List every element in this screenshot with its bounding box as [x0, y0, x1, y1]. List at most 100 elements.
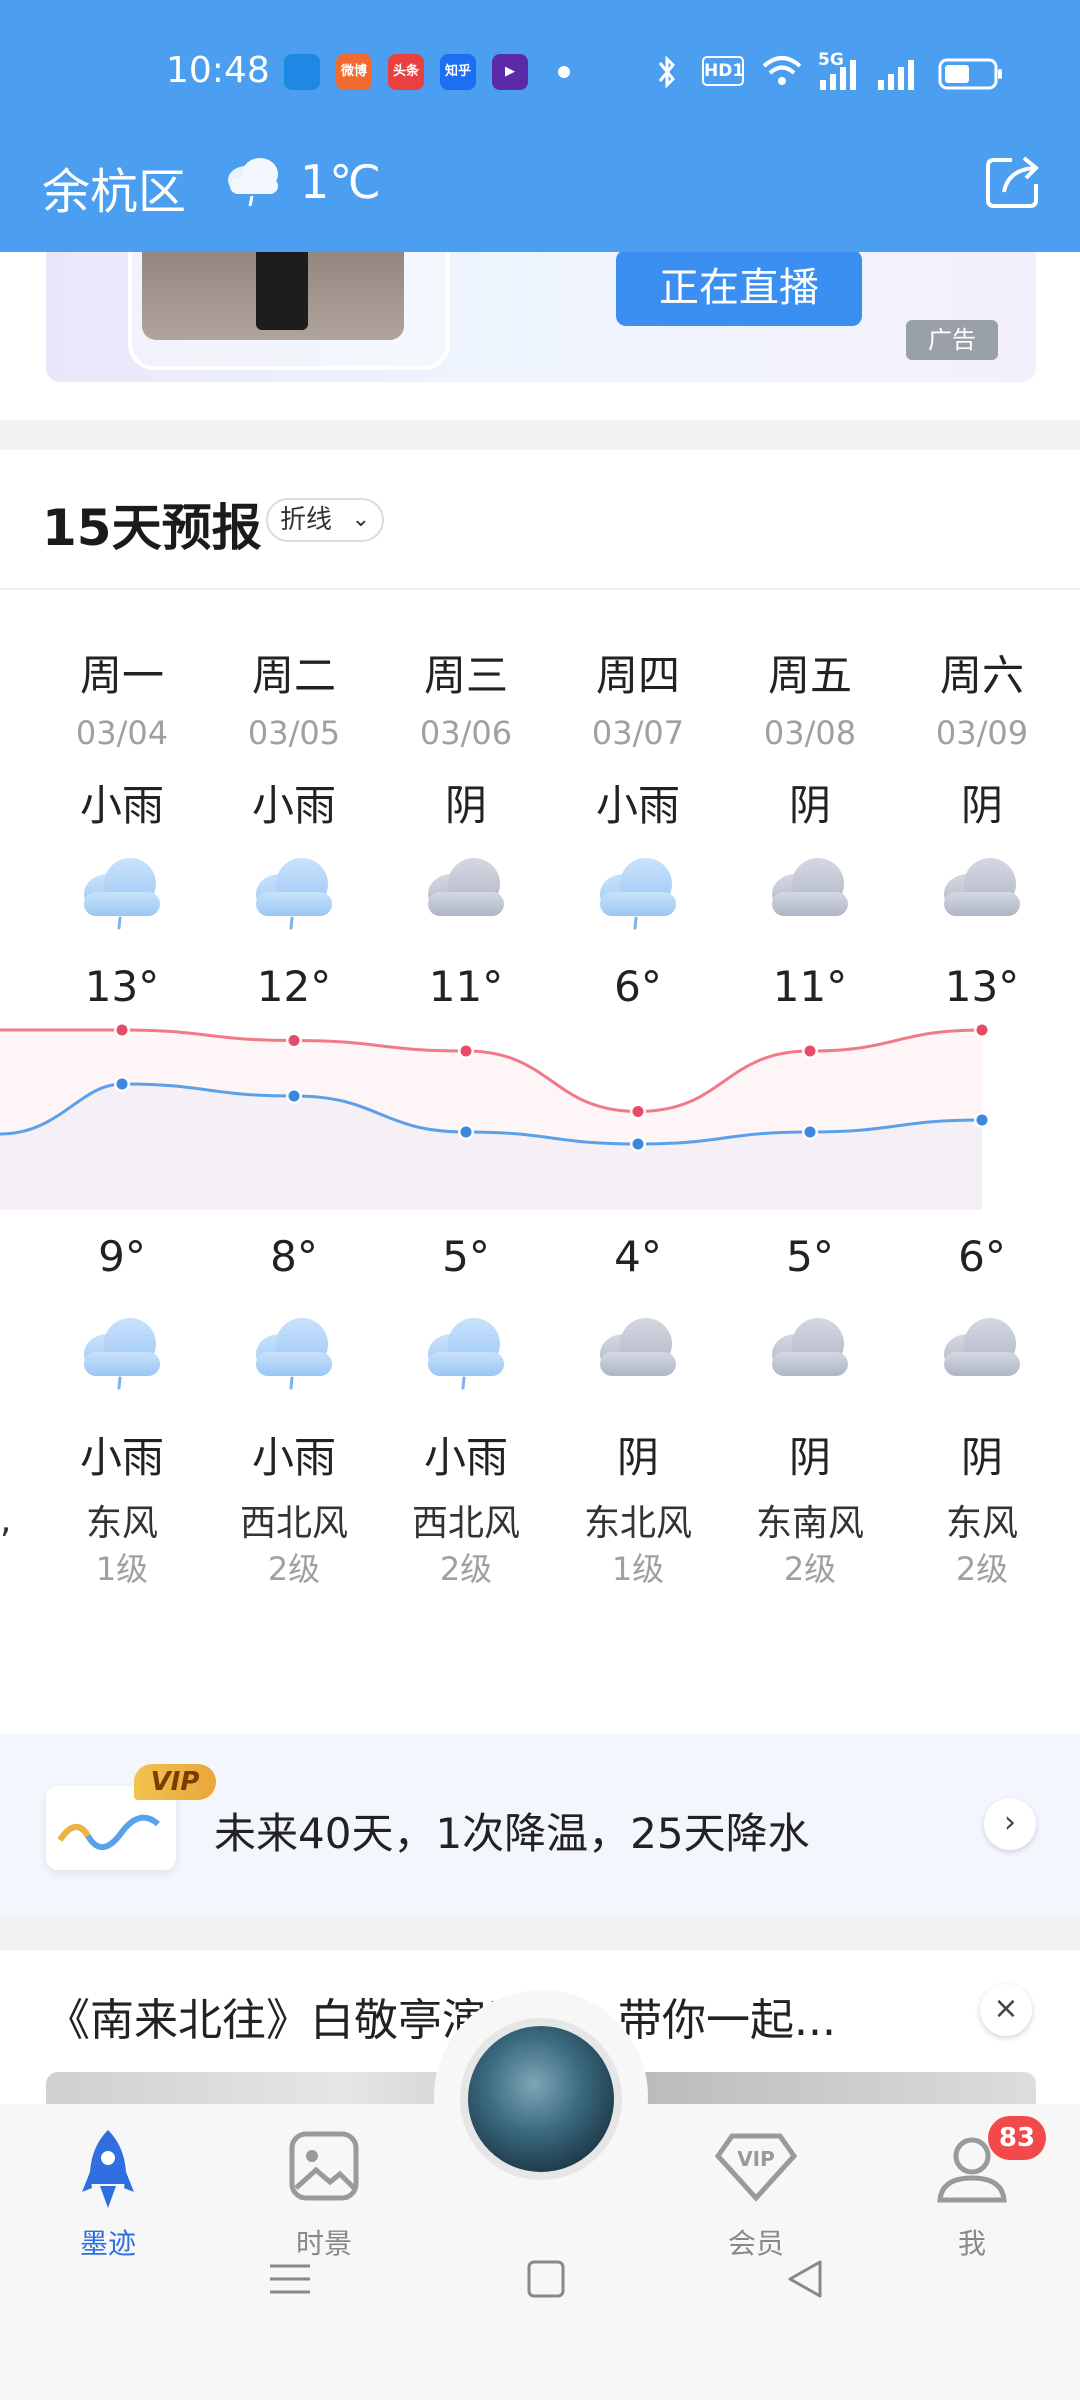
video-app-icon: ▶	[492, 54, 528, 90]
day-condition: 阴	[788, 781, 831, 830]
high-temp-point	[460, 1045, 472, 1057]
light-rain-icon	[208, 1308, 380, 1390]
home-icon[interactable]	[516, 2254, 576, 2304]
location-label[interactable]: 余杭区	[42, 152, 186, 222]
low-temp-point	[804, 1126, 816, 1138]
day-weekday: 周四	[595, 651, 680, 700]
current-temperature: 1℃	[300, 155, 381, 209]
ad-banner[interactable]: 正在直播 广告	[46, 230, 1036, 382]
gallery-icon	[289, 2131, 359, 2201]
day-weekday: 周三	[423, 651, 508, 700]
nav-item-moji[interactable]: 墨迹	[38, 2126, 178, 2260]
rocket-icon	[82, 2130, 134, 2208]
wind-direction: 西北风	[239, 1503, 348, 1544]
night-condition: 阴	[788, 1433, 831, 1482]
section-divider	[0, 420, 1080, 450]
live-now-button[interactable]: 正在直播	[616, 250, 862, 326]
day-weekday: 周一	[79, 651, 164, 700]
light-rain-icon	[36, 1308, 208, 1390]
wind-level: 2级	[955, 1550, 1009, 1588]
notification-dot-icon	[558, 66, 570, 78]
wind-level: 2级	[267, 1550, 321, 1588]
day-condition: 小雨	[595, 781, 680, 830]
high-temp-point	[804, 1045, 816, 1057]
high-temp-point	[288, 1035, 300, 1046]
night-condition: 阴	[616, 1433, 659, 1482]
high-temp-point	[116, 1024, 128, 1036]
section-divider	[0, 1918, 1080, 1950]
nav-item-vip[interactable]: VIP 会员	[686, 2126, 826, 2260]
low-temp: 4°	[614, 1232, 662, 1281]
wind-direction: 东北风	[583, 1503, 692, 1544]
wind-direction: 西北风	[411, 1503, 520, 1544]
rain-cloud-icon	[228, 158, 278, 207]
light-rain-icon	[380, 1308, 552, 1390]
night-condition: 小雨	[423, 1433, 508, 1482]
center-weather-scene-button[interactable]	[460, 2018, 622, 2180]
wind-direction: 东风	[85, 1503, 158, 1544]
status-time: 10:48	[166, 50, 270, 91]
low-temp-point	[632, 1138, 644, 1150]
overcast-icon	[380, 848, 552, 930]
prev-column-fragment: ,	[0, 1500, 12, 1541]
menu-icon[interactable]	[260, 2254, 320, 2304]
night-condition: 阴	[960, 1433, 1003, 1482]
day-condition: 小雨	[251, 781, 336, 830]
nav-label-moji: 墨迹	[79, 2227, 136, 2260]
night-condition: 小雨	[251, 1433, 336, 1482]
notification-badge: 83	[988, 2116, 1046, 2160]
hd-icon: HD1	[702, 56, 744, 86]
chart-view-toggle[interactable]: 折线 ⌄	[266, 498, 384, 542]
vip-badge: VIP	[134, 1764, 216, 1800]
light-rain-icon	[208, 848, 380, 930]
low-temp: 9°	[98, 1232, 146, 1281]
wind-level: 2级	[783, 1550, 837, 1588]
svg-text:VIP: VIP	[737, 2147, 775, 2171]
low-temp: 5°	[786, 1232, 834, 1281]
nav-item-scenes[interactable]: 时景	[254, 2126, 394, 2260]
wind-level: 1级	[95, 1550, 149, 1588]
low-temp: 8°	[270, 1232, 318, 1281]
weibo-icon: 微博	[336, 54, 372, 90]
nav-label-me: 我	[957, 2227, 986, 2260]
overcast-icon	[552, 1308, 724, 1390]
day-date: 03/05	[247, 714, 341, 752]
share-icon[interactable]	[984, 154, 1042, 210]
day-condition: 阴	[444, 781, 487, 830]
ad-tag-label: 广告	[928, 326, 976, 354]
overcast-icon	[724, 1308, 896, 1390]
forecast-title: 15天预报	[42, 499, 262, 557]
chevron-right-icon[interactable]: ›	[984, 1798, 1036, 1850]
day-date: 03/09	[935, 714, 1029, 752]
wind-direction: 东风	[945, 1503, 1018, 1544]
vip-forecast-banner[interactable]: VIP 未来40天，1次降温，25天降水 ›	[0, 1734, 1080, 1918]
signal-2-icon	[878, 60, 914, 90]
day-date: 03/06	[419, 714, 513, 752]
back-icon[interactable]	[776, 2254, 836, 2304]
night-condition: 小雨	[79, 1433, 164, 1482]
overcast-icon	[896, 1308, 1068, 1390]
low-temp-point	[460, 1126, 472, 1138]
bluetooth-icon	[658, 55, 676, 89]
low-temp: 5°	[442, 1232, 490, 1281]
day-weekday: 周六	[939, 651, 1024, 700]
wifi-icon	[762, 56, 802, 85]
close-icon[interactable]: ×	[980, 1984, 1032, 2036]
battery-icon	[938, 58, 1002, 90]
overcast-icon	[896, 848, 1068, 930]
low-temp: 6°	[958, 1232, 1006, 1281]
blue-app-icon	[284, 54, 320, 90]
wind-level: 2级	[439, 1550, 493, 1588]
chevron-down-icon: ⌄	[351, 507, 370, 532]
low-temp-point	[116, 1078, 128, 1090]
toutiao-icon: 头条	[388, 54, 424, 90]
day-weekday: 周二	[251, 651, 336, 700]
zhihu-icon: 知乎	[440, 54, 476, 90]
high-temp-point	[976, 1024, 988, 1036]
divider	[0, 588, 1080, 590]
news-title[interactable]: 《南来北往》白敬亭演乘警，带你一起...	[46, 1984, 836, 2048]
day-condition: 阴	[960, 781, 1003, 830]
day-date: 03/08	[763, 714, 857, 752]
top-header: 10:48 微博 头条 知乎 ▶ HD1 5G 余杭区 1℃	[0, 0, 1080, 252]
ad-tag: 广告	[906, 320, 998, 360]
